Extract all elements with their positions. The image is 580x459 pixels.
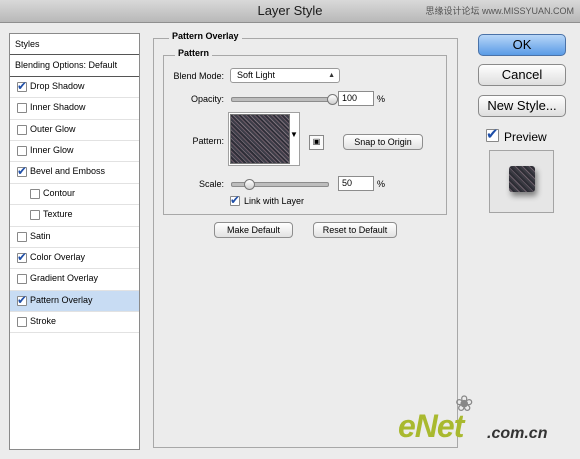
- make-default-button[interactable]: Make Default: [214, 222, 293, 238]
- style-preview-thumbnail: [489, 150, 554, 213]
- style-item-drop-shadow[interactable]: Drop Shadow: [10, 77, 139, 99]
- style-item-inner-glow[interactable]: Inner Glow: [10, 141, 139, 163]
- preview-checkbox[interactable]: [486, 125, 499, 143]
- reset-to-default-button[interactable]: Reset to Default: [313, 222, 397, 238]
- checkbox[interactable]: [17, 274, 27, 285]
- checkbox[interactable]: [17, 164, 27, 178]
- watermark-domain: .com.cn: [487, 425, 548, 442]
- style-item-pattern-overlay[interactable]: Pattern Overlay: [10, 290, 139, 313]
- pattern-label: Pattern:: [192, 136, 224, 146]
- checkbox[interactable]: [17, 145, 27, 156]
- style-item-satin[interactable]: Satin: [10, 227, 139, 248]
- style-item-gradient-overlay[interactable]: Gradient Overlay: [10, 269, 139, 291]
- opacity-slider-thumb[interactable]: [327, 94, 338, 105]
- ok-button[interactable]: OK: [478, 34, 566, 56]
- preview-toggle[interactable]: Preview: [486, 125, 547, 144]
- new-style-button[interactable]: New Style...: [478, 95, 566, 117]
- window-title: Layer Style: [257, 3, 323, 18]
- scale-slider[interactable]: [231, 179, 329, 190]
- checkbox[interactable]: [17, 231, 27, 242]
- pattern-subtitle: Pattern: [175, 48, 213, 58]
- checkbox[interactable]: [17, 79, 27, 93]
- scale-unit: %: [377, 179, 386, 189]
- styles-list: Styles Blending Options: Default Drop Sh…: [9, 33, 140, 450]
- opacity-label: Opacity:: [190, 94, 224, 104]
- blending-options-item[interactable]: Blending Options: Default: [10, 55, 139, 77]
- snap-to-origin-button[interactable]: Snap to Origin: [343, 134, 423, 150]
- updown-arrows-icon: ▲: [328, 72, 335, 79]
- checkbox[interactable]: [17, 103, 27, 114]
- dropdown-arrow-icon[interactable]: ▼: [290, 130, 298, 139]
- scale-label: Scale:: [198, 179, 224, 189]
- pattern-swatch[interactable]: [230, 114, 290, 164]
- new-preset-icon[interactable]: ▣: [309, 135, 324, 150]
- cancel-button[interactable]: Cancel: [478, 64, 566, 86]
- link-checkbox[interactable]: [230, 193, 240, 207]
- style-item-outer-glow[interactable]: Outer Glow: [10, 120, 139, 141]
- style-item-contour[interactable]: Contour: [10, 184, 139, 206]
- checkbox[interactable]: [17, 317, 27, 328]
- watermark-brand: eNet: [398, 408, 464, 444]
- style-item-color-overlay[interactable]: Color Overlay: [10, 248, 139, 270]
- link-label: Link with Layer: [244, 196, 305, 206]
- opacity-input[interactable]: 100: [338, 91, 374, 106]
- blend-mode-select[interactable]: Soft Light ▲: [230, 68, 340, 83]
- style-item-inner-shadow[interactable]: Inner Shadow: [10, 98, 139, 120]
- top-watermark: 思缘设计论坛 www.MISSYUAN.COM: [425, 6, 574, 16]
- checkbox[interactable]: [17, 124, 27, 135]
- style-item-texture[interactable]: Texture: [10, 205, 139, 227]
- checkbox[interactable]: [17, 250, 27, 264]
- styles-header[interactable]: Styles: [10, 34, 139, 56]
- style-item-bevel-emboss[interactable]: Bevel and Emboss: [10, 162, 139, 184]
- opacity-unit: %: [377, 94, 386, 104]
- checkbox[interactable]: [30, 188, 40, 199]
- blend-mode-label: Blend Mode:: [173, 71, 224, 81]
- opacity-slider[interactable]: [231, 94, 338, 105]
- preview-image: [509, 166, 535, 192]
- checkbox[interactable]: [17, 293, 27, 307]
- style-item-stroke[interactable]: Stroke: [10, 312, 139, 334]
- pattern-overlay-title: Pattern Overlay: [169, 31, 242, 41]
- preview-label: Preview: [504, 130, 547, 144]
- scale-input[interactable]: 50: [338, 176, 374, 191]
- checkbox[interactable]: [30, 210, 40, 221]
